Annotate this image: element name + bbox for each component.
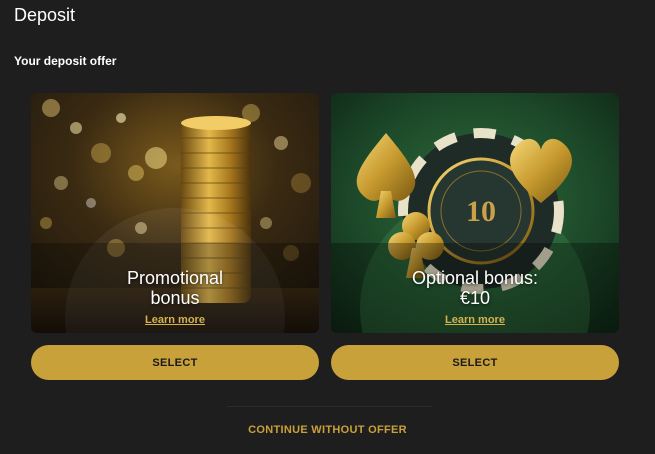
- offer-card-promotional[interactable]: Promotional bonus Learn more: [31, 93, 319, 333]
- select-promotional-button[interactable]: SELECT: [31, 345, 319, 380]
- deposit-page: Deposit Your deposit offer Promotional b…: [0, 0, 655, 454]
- learn-more-link[interactable]: Learn more: [331, 314, 619, 326]
- offer-title-line2: €10: [459, 288, 491, 308]
- offer-title-line2: bonus: [150, 288, 200, 308]
- offer-title-line1: Promotional: [126, 268, 224, 288]
- offer-title-line1: Optional bonus:: [411, 268, 539, 288]
- chip-value-text: 10: [466, 195, 496, 228]
- section-heading: Your deposit offer: [14, 54, 117, 68]
- offer-card-optional-bonus[interactable]: 10 Optional bonus: €10 Learn more: [331, 93, 619, 333]
- offer-title: Optional bonus: €10: [331, 268, 619, 308]
- offer-title: Promotional bonus: [31, 268, 319, 308]
- continue-without-offer-link[interactable]: CONTINUE WITHOUT OFFER: [0, 424, 655, 436]
- select-optional-bonus-button[interactable]: SELECT: [331, 345, 619, 380]
- divider: [227, 406, 432, 407]
- learn-more-link[interactable]: Learn more: [31, 314, 319, 326]
- page-title: Deposit: [14, 5, 76, 25]
